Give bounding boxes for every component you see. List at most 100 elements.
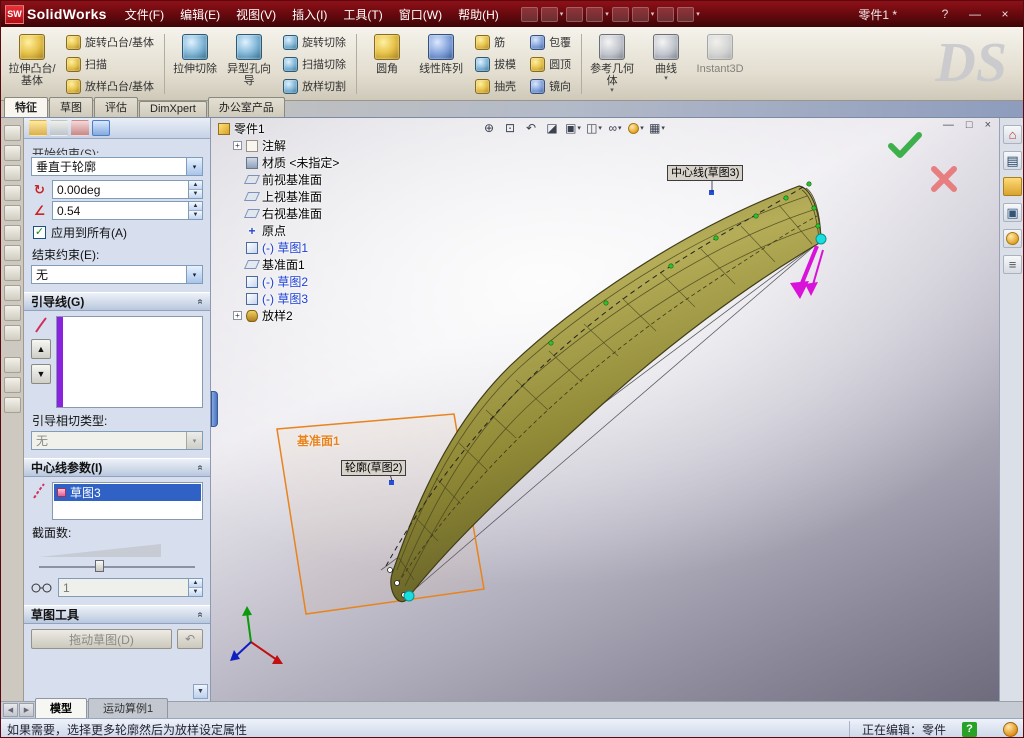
left-toolbar-icon-5[interactable] [3, 205, 21, 221]
left-toolbar-icon-4[interactable] [3, 185, 21, 201]
tangent-length-spinner[interactable]: ▲ ▼ [188, 202, 202, 219]
linear-pattern-button[interactable]: 线性阵列 [414, 29, 468, 99]
left-toolbar-icon-8[interactable] [3, 265, 21, 281]
section-count-input[interactable]: 1 ▲ ▼ [58, 578, 203, 597]
dimxpert-manager-tab-icon[interactable] [92, 120, 110, 136]
panel-splitter-handle[interactable] [211, 391, 218, 427]
apply-scene-icon[interactable]: ▦ ▾ [647, 119, 667, 138]
file-explorer-icon[interactable] [1003, 177, 1022, 196]
lofted-cut-button[interactable]: 放样切割 [278, 76, 351, 96]
zoom-fit-icon[interactable]: ⊕ [479, 119, 499, 138]
rebuild-icon[interactable] [657, 6, 675, 22]
slider-handle[interactable] [95, 560, 104, 572]
eyeglasses-icon[interactable] [31, 582, 53, 594]
chevron-down-icon[interactable]: ▾ [640, 125, 644, 132]
move-guide-up-button[interactable]: ▲ [31, 339, 51, 359]
left-toolbar-icon-9[interactable] [3, 285, 21, 301]
guide-lines-listbox[interactable] [56, 316, 203, 408]
view-palette-icon[interactable]: ▣ [1003, 203, 1022, 222]
section-count-slider[interactable] [39, 559, 195, 574]
section-view-icon[interactable]: ◪ [542, 119, 562, 138]
chevron-down-icon[interactable]: ▾ [661, 125, 665, 132]
tree-item-plane1[interactable]: 基准面1 [218, 256, 368, 273]
edit-appearance-icon[interactable]: ▾ [626, 119, 646, 138]
shell-button[interactable]: 抽壳 [470, 76, 521, 96]
left-toolbar-icon-13[interactable] [3, 377, 21, 393]
reference-geometry-dropdown-icon[interactable]: ▾ [610, 87, 614, 94]
spin-up-icon[interactable]: ▲ [189, 202, 202, 211]
mirror-button[interactable]: 镜向 [525, 76, 576, 96]
centerline-group-header[interactable]: 中心线参数(I) « [24, 458, 210, 477]
left-toolbar-icon-10[interactable] [3, 305, 21, 321]
end-constraint-select[interactable]: 无 ▾ [31, 265, 203, 284]
tree-item-top-plane[interactable]: 上视基准面 [218, 188, 368, 205]
quick-tips-help-icon[interactable]: ? [962, 721, 977, 737]
tree-item-right-plane[interactable]: 右视基准面 [218, 205, 368, 222]
collapse-chevron-icon[interactable]: « [195, 465, 206, 471]
panel-scroll-down-button[interactable]: ▼ [193, 684, 208, 699]
tab-model[interactable]: 模型 [35, 698, 87, 718]
hole-wizard-button[interactable]: 异型孔向导 [222, 29, 276, 99]
angle-spinner[interactable]: ▲ ▼ [188, 181, 202, 198]
tree-item-sketch1[interactable]: (-) 草图1 [218, 239, 368, 256]
doc-close-button[interactable]: × [985, 119, 991, 131]
options-icon[interactable] [677, 6, 695, 22]
confirm-cancel-button[interactable] [930, 165, 958, 196]
undo-icon[interactable] [611, 6, 629, 22]
chevron-down-icon[interactable]: ▾ [186, 266, 202, 283]
tree-item-annotations[interactable]: + 注解 [218, 137, 368, 154]
minimize-button[interactable]: — [967, 7, 983, 21]
print-icon[interactable] [586, 6, 604, 22]
tree-item-sketch2[interactable]: (-) 草图2 [218, 273, 368, 290]
curves-dropdown-icon[interactable]: ▾ [664, 75, 668, 82]
undo-button[interactable]: ↶ [177, 629, 203, 649]
open-icon[interactable] [540, 6, 558, 22]
tab-office-products[interactable]: 办公室产品 [207, 97, 285, 117]
start-constraint-select[interactable]: 垂直于轮廓 ▾ [31, 157, 203, 176]
previous-view-icon[interactable]: ↶ [521, 119, 541, 138]
section-count-spinner[interactable]: ▲ ▼ [188, 579, 202, 596]
guide-tangency-select[interactable]: 无 ▾ [31, 431, 203, 450]
tree-item-loft2[interactable]: + 放样2 [218, 307, 368, 324]
custom-properties-icon[interactable]: ≡ [1003, 255, 1022, 274]
extruded-boss-button[interactable]: 拉伸凸台/基体 [5, 29, 59, 99]
collapse-chevron-icon[interactable]: « [195, 299, 206, 305]
tree-item-sketch3[interactable]: (-) 草图3 [218, 290, 368, 307]
dome-button[interactable]: 圆顶 [525, 54, 576, 74]
spin-down-icon[interactable]: ▼ [189, 211, 202, 219]
left-toolbar-icon-3[interactable] [3, 165, 21, 181]
revolved-cut-button[interactable]: 旋转切除 [278, 32, 351, 52]
tree-item-material[interactable]: 材质 <未指定> [218, 154, 368, 171]
display-style-icon[interactable]: ◫ ▾ [584, 119, 604, 138]
guide-lines-group-header[interactable]: 引导线(G) « [24, 292, 210, 311]
centerline-selected-item[interactable]: 草图3 [54, 484, 201, 501]
menu-window[interactable]: 窗口(W) [391, 2, 450, 27]
tab-dimxpert[interactable]: DimXpert [139, 101, 207, 117]
spin-down-icon[interactable]: ▼ [189, 190, 202, 198]
revolved-boss-button[interactable]: 旋转凸台/基体 [61, 32, 159, 52]
move-guide-down-button[interactable]: ▼ [31, 364, 51, 384]
apply-to-all-checkbox[interactable]: ✓ [33, 226, 46, 239]
swept-cut-button[interactable]: 扫描切除 [278, 54, 351, 74]
tree-root[interactable]: 零件1 [218, 120, 368, 137]
doc-restore-button[interactable]: □ [966, 119, 973, 131]
tree-item-origin[interactable]: 原点 [218, 222, 368, 239]
drag-sketch-button[interactable]: 拖动草图(D) [31, 629, 172, 649]
menu-edit[interactable]: 编辑(E) [172, 2, 228, 27]
print-dropdown-icon[interactable]: ▾ [605, 10, 609, 18]
draft-button[interactable]: 拔模 [470, 54, 521, 74]
tab-sketch[interactable]: 草图 [49, 97, 93, 117]
expand-toggle[interactable]: + [233, 141, 242, 150]
profile-callout[interactable]: 轮廓(草图2) [341, 460, 407, 476]
tab-scroll-left-button[interactable]: ◀ [3, 703, 18, 717]
centerline-listbox[interactable]: 草图3 [52, 482, 203, 520]
help-button[interactable]: ? [937, 7, 953, 21]
chevron-down-icon[interactable]: ▾ [186, 158, 202, 175]
tangent-length-input[interactable]: 0.54 ▲ ▼ [52, 201, 203, 220]
left-toolbar-icon-2[interactable] [3, 145, 21, 161]
menu-view[interactable]: 视图(V) [228, 2, 284, 27]
left-toolbar-icon-6[interactable] [3, 225, 21, 241]
left-toolbar-icon-14[interactable] [3, 397, 21, 413]
wrap-button[interactable]: 包覆 [525, 32, 576, 52]
rib-button[interactable]: 筋 [470, 32, 521, 52]
